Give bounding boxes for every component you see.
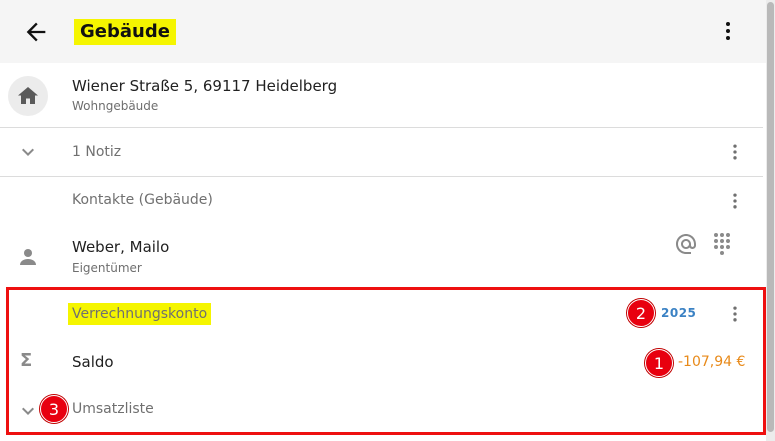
app-bar: Gebäude [0,0,766,63]
at-icon[interactable] [674,232,698,260]
contacts-more-icon[interactable] [725,191,745,211]
home-icon [8,76,48,116]
scrollbar-thumb[interactable] [767,2,774,432]
person-icon [16,245,40,273]
contact-name[interactable]: Weber, Mailo [72,238,169,256]
contact-role: Eigentümer [72,261,142,275]
building-row[interactable] [0,63,763,127]
notes-more-icon[interactable] [725,142,745,162]
page-title: Gebäude [74,19,176,45]
divider [0,176,763,177]
account-year[interactable]: 2025 [661,306,696,320]
notes-label[interactable]: 1 Notiz [72,144,121,160]
balance-label: Saldo [72,353,114,371]
account-more-icon[interactable] [725,304,745,324]
account-label: Verrechnungskonto [68,303,212,325]
chevron-down-icon[interactable] [16,399,40,427]
arrow-back-icon[interactable] [22,18,50,46]
annotation-badge-1: 1 [645,349,673,377]
sigma-icon: Σ [20,350,33,371]
annotation-badge-3: 3 [40,395,68,423]
chevron-down-icon[interactable] [16,140,40,168]
transactions-label[interactable]: Umsatzliste [72,401,154,417]
building-type: Wohngebäude [72,99,159,113]
contacts-section-label: Kontakte (Gebäude) [72,192,213,208]
more-vert-icon[interactable] [716,19,740,43]
building-address: Wiener Straße 5, 69117 Heidelberg [72,77,338,95]
annotation-badge-2: 2 [627,299,655,327]
dialpad-icon[interactable] [710,232,734,262]
divider [0,127,763,128]
balance-value: -107,94 € [678,354,746,370]
scrollbar[interactable] [766,0,775,441]
